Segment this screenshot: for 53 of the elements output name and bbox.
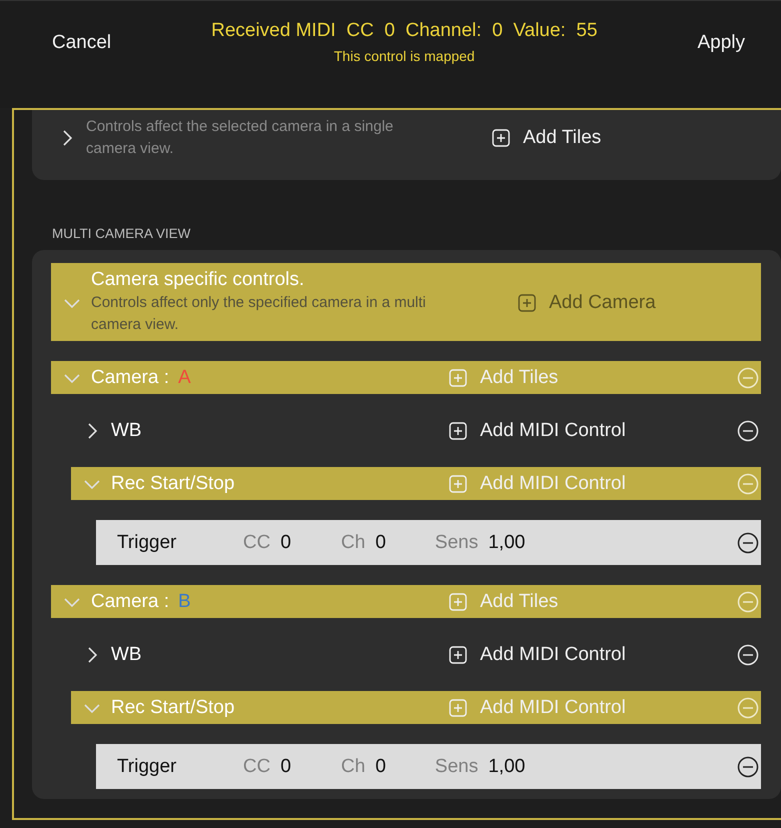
control-row[interactable]: Rec Start/Stop Add MIDI Control xyxy=(71,467,761,500)
control-label: Rec Start/Stop xyxy=(111,696,235,718)
single-camera-description: Controls affect the selected camera in a single camera view. xyxy=(86,117,394,159)
control-label: WB xyxy=(111,644,142,666)
cc-value: 0 xyxy=(280,756,292,778)
plus-square-icon xyxy=(449,646,467,664)
group-title: Camera specific controls. xyxy=(91,269,306,291)
channel-label: Ch xyxy=(341,532,366,554)
camera-row[interactable]: Camera : B Add Tiles xyxy=(51,585,761,618)
camera-label: Camera : xyxy=(91,590,170,612)
add-button[interactable]: Add MIDI Control xyxy=(449,696,626,718)
plus-square-icon xyxy=(449,698,467,716)
control-label: WB xyxy=(111,420,142,442)
sensitivity-value: 1,00 xyxy=(488,756,526,778)
camera-letter: A xyxy=(178,366,191,388)
camera-label: Camera : xyxy=(91,366,170,388)
channel-label: Ch xyxy=(341,756,366,778)
cancel-button[interactable]: Cancel xyxy=(52,32,112,54)
plus-square-icon xyxy=(449,474,467,492)
plus-square-icon xyxy=(492,129,510,147)
sensitivity-value: 1,00 xyxy=(488,532,526,554)
group-description: Controls affect only the specified camera in a multi camera view. xyxy=(91,293,427,335)
cc-value: 0 xyxy=(280,532,292,554)
camera-letter: B xyxy=(178,590,191,612)
add-button[interactable]: Add Tiles xyxy=(492,127,602,149)
camera-row[interactable]: Camera : A Add Tiles xyxy=(51,361,761,394)
add-button[interactable]: Add MIDI Control xyxy=(449,472,626,494)
mapped-status-text: This control is mapped xyxy=(334,48,475,64)
midi-status-title: Received MIDI CC 0 Channel: 0 Value: 55 xyxy=(211,20,598,42)
mapping-name: Trigger xyxy=(117,756,178,778)
sensitivity-label: Sens xyxy=(434,532,478,554)
add-button[interactable]: Add Tiles xyxy=(449,366,558,388)
plus-square-icon xyxy=(449,368,467,386)
plus-square-icon xyxy=(449,422,467,440)
add-button[interactable]: Add MIDI Control xyxy=(449,644,626,666)
remove-icon[interactable] xyxy=(737,756,759,778)
control-row[interactable]: WB Add MIDI Control xyxy=(71,414,761,447)
section-label: MULTI CAMERA VIEW xyxy=(52,226,192,241)
sensitivity-label: Sens xyxy=(434,756,478,778)
control-row[interactable]: Rec Start/Stop Add MIDI Control xyxy=(71,691,761,724)
control-row[interactable]: WB Add MIDI Control xyxy=(71,638,761,671)
cc-label: CC xyxy=(243,532,270,554)
plus-square-icon xyxy=(449,592,467,610)
channel-value: 0 xyxy=(375,532,386,554)
plus-square-icon xyxy=(518,294,536,312)
cc-label: CC xyxy=(243,756,270,778)
add-button[interactable]: Add Tiles xyxy=(449,590,558,612)
channel-value: 0 xyxy=(375,756,386,778)
control-label: Rec Start/Stop xyxy=(111,472,235,494)
mapping-name: Trigger xyxy=(117,532,178,554)
add-button[interactable]: Add MIDI Control xyxy=(449,420,626,442)
remove-icon[interactable] xyxy=(737,532,759,554)
apply-button[interactable]: Apply xyxy=(697,32,745,54)
